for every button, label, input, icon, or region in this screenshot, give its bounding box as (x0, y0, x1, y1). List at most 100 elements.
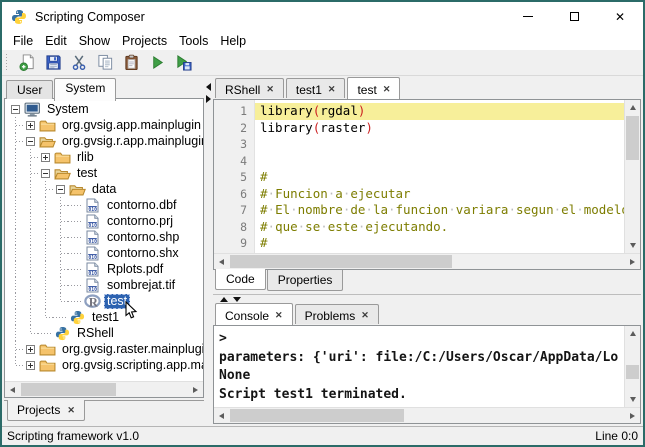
collapse-left-icon[interactable] (206, 83, 211, 91)
tree-item-contorno-shx[interactable]: 010contorno.shx (5, 245, 203, 261)
collapse-icon[interactable] (26, 137, 35, 146)
tree-item-rlib[interactable]: rlib (5, 149, 203, 165)
collapse-icon[interactable] (11, 105, 20, 114)
console-hscrollbar-thumb[interactable] (230, 409, 404, 422)
menu-projects[interactable]: Projects (116, 32, 173, 50)
tree-item-test[interactable]: Rtest (5, 293, 203, 309)
editor-vscrollbar[interactable] (624, 100, 640, 253)
collapse-icon[interactable] (56, 185, 65, 194)
tree-hscrollbar-track[interactable] (20, 382, 188, 397)
tree-hscrollbar-thumb[interactable] (21, 383, 116, 396)
scroll-left-button[interactable] (214, 254, 229, 269)
maximize-button[interactable] (551, 2, 597, 31)
menu-tools[interactable]: Tools (173, 32, 214, 50)
editor-tab-test1[interactable]: test1✕ (286, 78, 346, 98)
menu-edit[interactable]: Edit (39, 32, 73, 50)
tree-hscrollbar[interactable] (5, 381, 203, 397)
scroll-left-button[interactable] (5, 382, 20, 397)
console-vscrollbar-track[interactable] (625, 341, 640, 392)
editor-vscrollbar-thumb[interactable] (626, 116, 639, 160)
scroll-down-button[interactable] (625, 392, 640, 407)
console-hscrollbar-track[interactable] (229, 408, 625, 423)
close-button[interactable]: ✕ (597, 2, 643, 31)
editor-hscrollbar[interactable] (214, 253, 640, 269)
tree-item-system[interactable]: System (5, 101, 203, 117)
editor-hscrollbar-track[interactable] (229, 254, 625, 269)
close-tab-icon[interactable]: ✕ (328, 85, 336, 94)
menu-file[interactable]: File (7, 32, 39, 50)
tree-item-test[interactable]: test (5, 165, 203, 181)
expand-icon[interactable] (41, 153, 50, 162)
collapse-icon[interactable] (41, 169, 50, 178)
menu-help[interactable]: Help (214, 32, 252, 50)
tree-item-test1[interactable]: test1 (5, 309, 203, 325)
close-tab-icon[interactable]: ✕ (67, 406, 75, 415)
console-tab-problems[interactable]: Problems✕ (295, 304, 379, 324)
vertical-splitter[interactable] (204, 76, 213, 426)
tree-item-contorno-prj[interactable]: 010contorno.prj (5, 213, 203, 229)
console-output[interactable]: >parameters: {'uri': file:/C:/Users/Osca… (214, 326, 624, 407)
close-tab-icon[interactable]: ✕ (361, 311, 369, 320)
close-tab-icon[interactable]: ✕ (383, 85, 391, 94)
collapse-up-icon[interactable] (220, 297, 228, 302)
console-hscrollbar[interactable] (214, 407, 640, 423)
expand-icon[interactable] (26, 121, 35, 130)
line-number: 3 (214, 136, 254, 153)
tree-item-org-gvsig-scripting-app-main[interactable]: org.gvsig.scripting.app.main (5, 357, 203, 373)
toolbar-grip[interactable] (5, 54, 9, 72)
editor-tab-test[interactable]: test✕ (347, 77, 400, 99)
console-vscrollbar-thumb[interactable] (626, 365, 639, 379)
scroll-left-button[interactable] (214, 408, 229, 423)
editor-hscrollbar-thumb[interactable] (230, 255, 452, 268)
minimize-button[interactable] (505, 2, 551, 31)
scroll-right-button[interactable] (188, 382, 203, 397)
tab-code[interactable]: Code (215, 269, 266, 290)
paste-button[interactable] (118, 52, 144, 74)
tree-item-rplots-pdf[interactable]: 010Rplots.pdf (5, 261, 203, 277)
console-tab-console[interactable]: Console✕ (215, 303, 293, 325)
scroll-right-button[interactable] (625, 254, 640, 269)
tree-item-org-gvsig-app-mainplugin[interactable]: org.gvsig.app.mainplugin (5, 117, 203, 133)
projects-tab[interactable]: Projects ✕ (7, 400, 85, 421)
console-tabs: Console✕Problems✕ (213, 304, 641, 325)
projects-tab-label: Projects (17, 403, 60, 417)
tree-item-data[interactable]: data (5, 181, 203, 197)
scroll-up-button[interactable] (625, 100, 640, 115)
new-script-button[interactable] (14, 52, 40, 74)
run-file-button[interactable] (170, 52, 196, 74)
tree-item-sombrejat-tif[interactable]: 010sombrejat.tif (5, 277, 203, 293)
collapse-right-icon[interactable] (206, 95, 211, 103)
close-tab-icon[interactable]: ✕ (266, 85, 274, 94)
tree-item-contorno-dbf[interactable]: 010contorno.dbf (5, 197, 203, 213)
console-vscrollbar[interactable] (624, 326, 640, 407)
tree-item-label: contorno.shx (104, 246, 182, 261)
tree-item-rshell[interactable]: RShell (5, 325, 203, 341)
expand-icon[interactable] (26, 345, 35, 354)
tab-properties[interactable]: Properties (267, 270, 344, 291)
line-number: 6 (214, 186, 254, 203)
scroll-right-button[interactable] (625, 408, 640, 423)
editor-vscrollbar-track[interactable] (625, 115, 640, 238)
editor-code[interactable]: library(rgdal)library(raster)##·Funcion·… (255, 100, 624, 253)
cut-button[interactable] (66, 52, 92, 74)
menu-show[interactable]: Show (73, 32, 116, 50)
run-button[interactable] (144, 52, 170, 74)
save-icon (45, 54, 62, 71)
collapse-down-icon[interactable] (233, 297, 241, 302)
scroll-down-button[interactable] (625, 238, 640, 253)
tree-item-label: org.gvsig.app.mainplugin (59, 118, 203, 133)
svg-text:010: 010 (88, 239, 97, 245)
copy-button[interactable] (92, 52, 118, 74)
editor-tab-rshell[interactable]: RShell✕ (215, 78, 284, 98)
expand-icon[interactable] (26, 361, 35, 370)
tab-user[interactable]: User (6, 80, 53, 99)
tree-item-org-gvsig-raster-mainplugin[interactable]: org.gvsig.raster.mainplugin (5, 341, 203, 357)
tree-item-contorno-shp[interactable]: 010contorno.shp (5, 229, 203, 245)
tab-system[interactable]: System (54, 78, 116, 101)
save-button[interactable] (40, 52, 66, 74)
console-line: parameters: {'uri': file:/C:/Users/Oscar… (219, 349, 624, 368)
tree-item-org-gvsig-r-app-mainplugin[interactable]: org.gvsig.r.app.mainplugin (5, 133, 203, 149)
scroll-up-button[interactable] (625, 326, 640, 341)
close-tab-icon[interactable]: ✕ (275, 311, 283, 320)
folder-open-icon (68, 182, 86, 197)
